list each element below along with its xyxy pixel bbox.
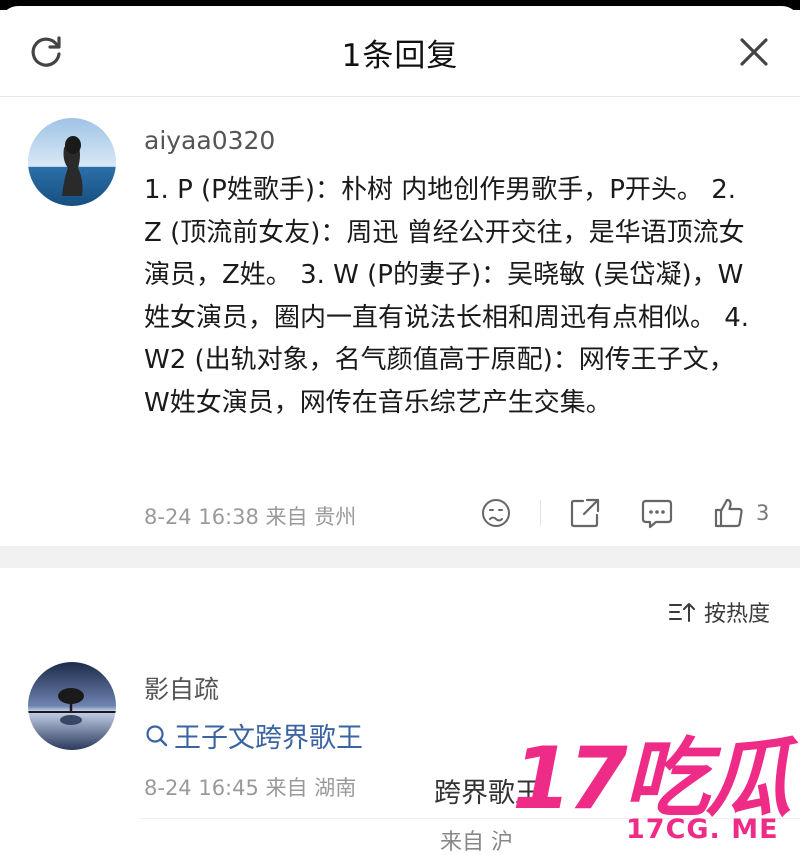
- reply-button[interactable]: [640, 496, 674, 530]
- sort-button[interactable]: 按热度: [668, 596, 770, 628]
- username[interactable]: 影自疏: [144, 670, 219, 706]
- sort-icon: [668, 603, 695, 622]
- reply-icon: [641, 499, 673, 529]
- page-title: 1条回复: [341, 38, 459, 74]
- sort-label: 按热度: [703, 602, 770, 627]
- username[interactable]: aiyaa0320: [144, 126, 275, 155]
- comment-meta: 8-24 16:38 来自 贵州: [144, 505, 357, 529]
- watermark-subtext: 17CG. ME: [626, 814, 779, 845]
- divider: [540, 500, 541, 526]
- comment-text: 1. P (P姓歌手)：朴树 内地创作男歌手，P开头。 2. Z (顶流前女友)…: [144, 175, 750, 418]
- share-icon: [570, 498, 600, 528]
- close-icon[interactable]: [734, 32, 774, 72]
- comment-meta: 8-24 16:45 来自 湖南: [144, 776, 357, 800]
- avatar[interactable]: [28, 118, 116, 206]
- overlay-meta: 来自 沪: [440, 830, 513, 855]
- like-button[interactable]: 3: [712, 496, 769, 530]
- search-link-text: 王子文跨界歌王: [174, 723, 363, 754]
- like-count: 3: [756, 501, 770, 525]
- dislike-button[interactable]: [480, 496, 512, 530]
- avatar[interactable]: [28, 662, 116, 750]
- search-icon: [146, 724, 168, 746]
- watermark-logo: 17吃瓜: [512, 729, 792, 829]
- search-link[interactable]: 王子文跨界歌王: [144, 716, 363, 755]
- reply-sheet: 1条回复 aiyaa0320 1. P (P姓歌手)：朴树 内地创作男歌手，P开…: [0, 6, 800, 855]
- share-button[interactable]: [568, 496, 602, 530]
- section-divider: [0, 546, 800, 568]
- dislike-icon: [482, 499, 510, 527]
- sheet-header: 1条回复: [0, 6, 800, 97]
- like-icon: [714, 498, 743, 528]
